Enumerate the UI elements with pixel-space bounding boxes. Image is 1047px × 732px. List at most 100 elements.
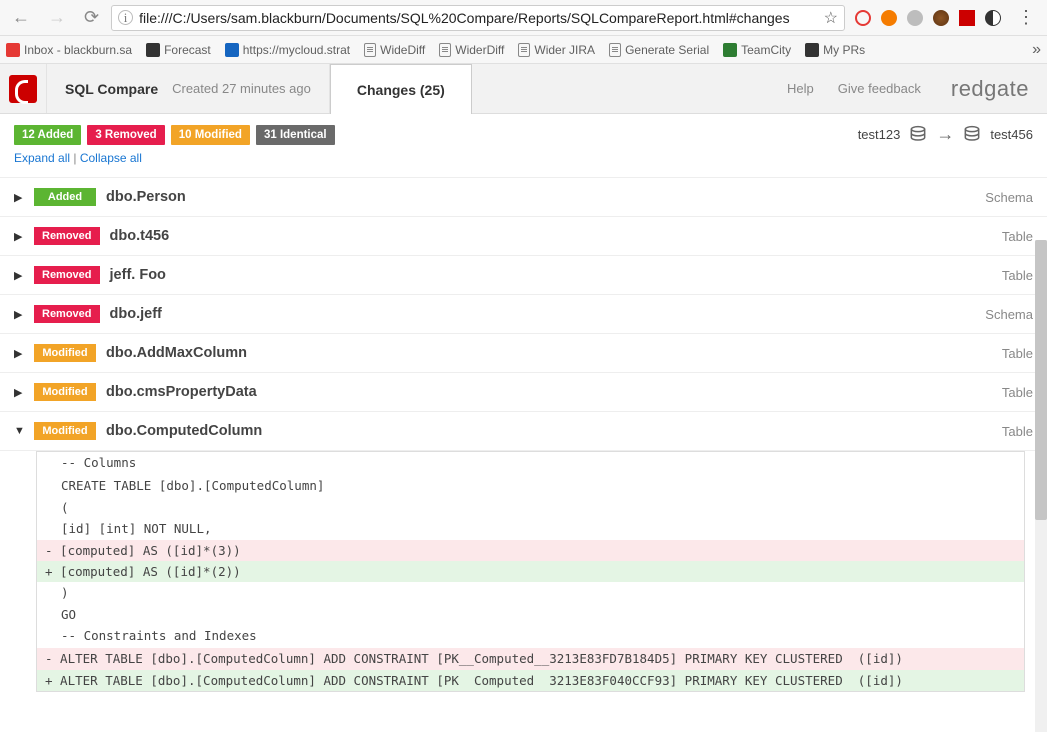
badge-identical[interactable]: 31 Identical (256, 125, 335, 145)
diff-line-added: + [computed] AS ([id]*(2)) (37, 561, 1024, 582)
object-name: dbo.cmsPropertyData (106, 384, 257, 400)
help-link[interactable]: Help (775, 64, 826, 113)
collapse-all-link[interactable]: Collapse all (80, 151, 142, 165)
created-time: Created 27 minutes ago (172, 81, 311, 96)
arrow-right-icon: → (936, 124, 954, 145)
document-icon (364, 43, 376, 57)
bookmark-label: Inbox - blackburn.sa (24, 43, 132, 57)
ext-opera-icon[interactable] (855, 10, 871, 26)
object-name: dbo.ComputedColumn (106, 423, 262, 439)
status-badge: Removed (34, 227, 100, 245)
back-button[interactable]: ← (6, 5, 36, 30)
tab-changes-label: Changes (25) (357, 82, 445, 98)
app-header: SQL Compare Created 27 minutes ago Chang… (0, 64, 1047, 114)
target-db-label: test456 (990, 127, 1033, 142)
caret-down-icon[interactable]: ▼ (14, 425, 24, 437)
ext-ubuntu-icon[interactable] (881, 10, 897, 26)
favicon (723, 43, 737, 57)
object-name: dbo.Person (106, 189, 186, 205)
badge-added[interactable]: 12 Added (14, 125, 81, 145)
caret-right-icon[interactable]: ▶ (14, 347, 24, 360)
brand-logo: redgate (933, 64, 1047, 113)
source-db-label: test123 (858, 127, 901, 142)
app-logo (0, 64, 46, 113)
bookmark-label: TeamCity (741, 43, 791, 57)
expand-controls: Expand all | Collapse all (0, 149, 1047, 177)
bookmark-item[interactable]: My PRs (805, 43, 865, 57)
change-row[interactable]: ▶Modifieddbo.cmsPropertyDataTable (0, 373, 1047, 412)
ext-profile-icon[interactable] (907, 10, 923, 26)
summary-row: 12 Added 3 Removed 10 Modified 31 Identi… (0, 114, 1047, 149)
favicon (146, 43, 160, 57)
bookmark-item[interactable]: WiderDiff (439, 43, 504, 57)
reload-button[interactable]: ⟳ (78, 5, 105, 30)
caret-right-icon[interactable]: ▶ (14, 230, 24, 243)
object-type: Table (1002, 424, 1033, 439)
caret-right-icon[interactable]: ▶ (14, 308, 24, 321)
change-row[interactable]: ▶Removeddbo.t456Table (0, 217, 1047, 256)
diff-line: ) (37, 582, 1024, 603)
change-row[interactable]: ▶ Removed jeff. Foo Table (0, 256, 1047, 295)
caret-right-icon[interactable]: ▶ (14, 269, 24, 282)
diff-line: ( (37, 497, 1024, 518)
ext-contrast-icon[interactable] (985, 10, 1001, 26)
bookmark-item[interactable]: Generate Serial (609, 43, 709, 57)
app-name: SQL Compare (65, 81, 158, 97)
object-name: jeff. Foo (110, 267, 166, 283)
diff-panel: -- ColumnsCREATE TABLE [dbo].[ComputedCo… (36, 451, 1025, 692)
feedback-link[interactable]: Give feedback (826, 64, 933, 113)
object-type: Table (1002, 268, 1033, 283)
status-badge: Modified (34, 422, 96, 440)
caret-right-icon[interactable]: ▶ (14, 191, 24, 204)
object-name: dbo.AddMaxColumn (106, 345, 247, 361)
favicon (805, 43, 819, 57)
ext-cookie-icon[interactable] (933, 10, 949, 26)
scrollbar[interactable] (1035, 240, 1047, 732)
object-name: dbo.jeff (110, 306, 162, 322)
bookmark-item[interactable]: WideDiff (364, 43, 425, 57)
db-compare: test123 → test456 (858, 124, 1033, 145)
document-icon (518, 43, 530, 57)
status-badge: Removed (34, 305, 100, 323)
document-icon (609, 43, 621, 57)
bookmark-label: WiderDiff (455, 43, 504, 57)
favicon (225, 43, 239, 57)
browser-nav-bar: ← → ⟳ i file:///C:/Users/sam.blackburn/D… (0, 0, 1047, 36)
status-badge: Removed (34, 266, 100, 284)
bookmark-label: Forecast (164, 43, 211, 57)
bookmark-label: Wider JIRA (534, 43, 595, 57)
forward-button[interactable]: → (42, 5, 72, 30)
chrome-menu-button[interactable]: ⋮ (1011, 7, 1041, 28)
change-row[interactable]: ▶Addeddbo.PersonSchema (0, 178, 1047, 217)
changes-list: ▶Addeddbo.PersonSchema▶Removeddbo.t456Ta… (0, 177, 1047, 692)
url-text: file:///C:/Users/sam.blackburn/Documents… (139, 10, 818, 26)
badge-modified[interactable]: 10 Modified (171, 125, 250, 145)
change-row[interactable]: ▶Removeddbo.jeffSchema (0, 295, 1047, 334)
bookmark-item[interactable]: Forecast (146, 43, 211, 57)
address-bar[interactable]: i file:///C:/Users/sam.blackburn/Documen… (111, 5, 845, 31)
database-icon (962, 125, 982, 145)
ext-redgate-icon[interactable] (959, 10, 975, 26)
diff-line: [id] [int] NOT NULL, (37, 518, 1024, 539)
status-badge: Added (34, 188, 96, 206)
expand-all-link[interactable]: Expand all (14, 151, 70, 165)
tab-changes[interactable]: Changes (25) (330, 64, 472, 114)
bookmark-item[interactable]: TeamCity (723, 43, 791, 57)
database-icon (908, 125, 928, 145)
bookmark-item[interactable]: Inbox - blackburn.sa (6, 43, 132, 57)
change-row[interactable]: ▶Modifieddbo.AddMaxColumnTable (0, 334, 1047, 373)
scrollbar-thumb[interactable] (1035, 240, 1047, 520)
caret-right-icon[interactable]: ▶ (14, 386, 24, 399)
badge-removed[interactable]: 3 Removed (87, 125, 164, 145)
bookmark-label: https://mycloud.strat (243, 43, 350, 57)
diff-line-removed: - ALTER TABLE [dbo].[ComputedColumn] ADD… (37, 648, 1024, 669)
site-info-icon[interactable]: i (118, 10, 133, 25)
change-row[interactable]: ▼ Modified dbo.ComputedColumn Table (0, 412, 1047, 451)
diff-line: -- Columns (37, 452, 1024, 473)
app-title-tile[interactable]: SQL Compare Created 27 minutes ago (46, 64, 330, 113)
bookmark-star-icon[interactable]: ☆ (824, 8, 838, 28)
bookmark-item[interactable]: https://mycloud.strat (225, 43, 350, 57)
bookmark-item[interactable]: Wider JIRA (518, 43, 595, 57)
bookmarks-bar: Inbox - blackburn.sa Forecast https://mycl… (0, 36, 1047, 64)
bookmarks-overflow-icon[interactable]: » (1032, 41, 1041, 59)
